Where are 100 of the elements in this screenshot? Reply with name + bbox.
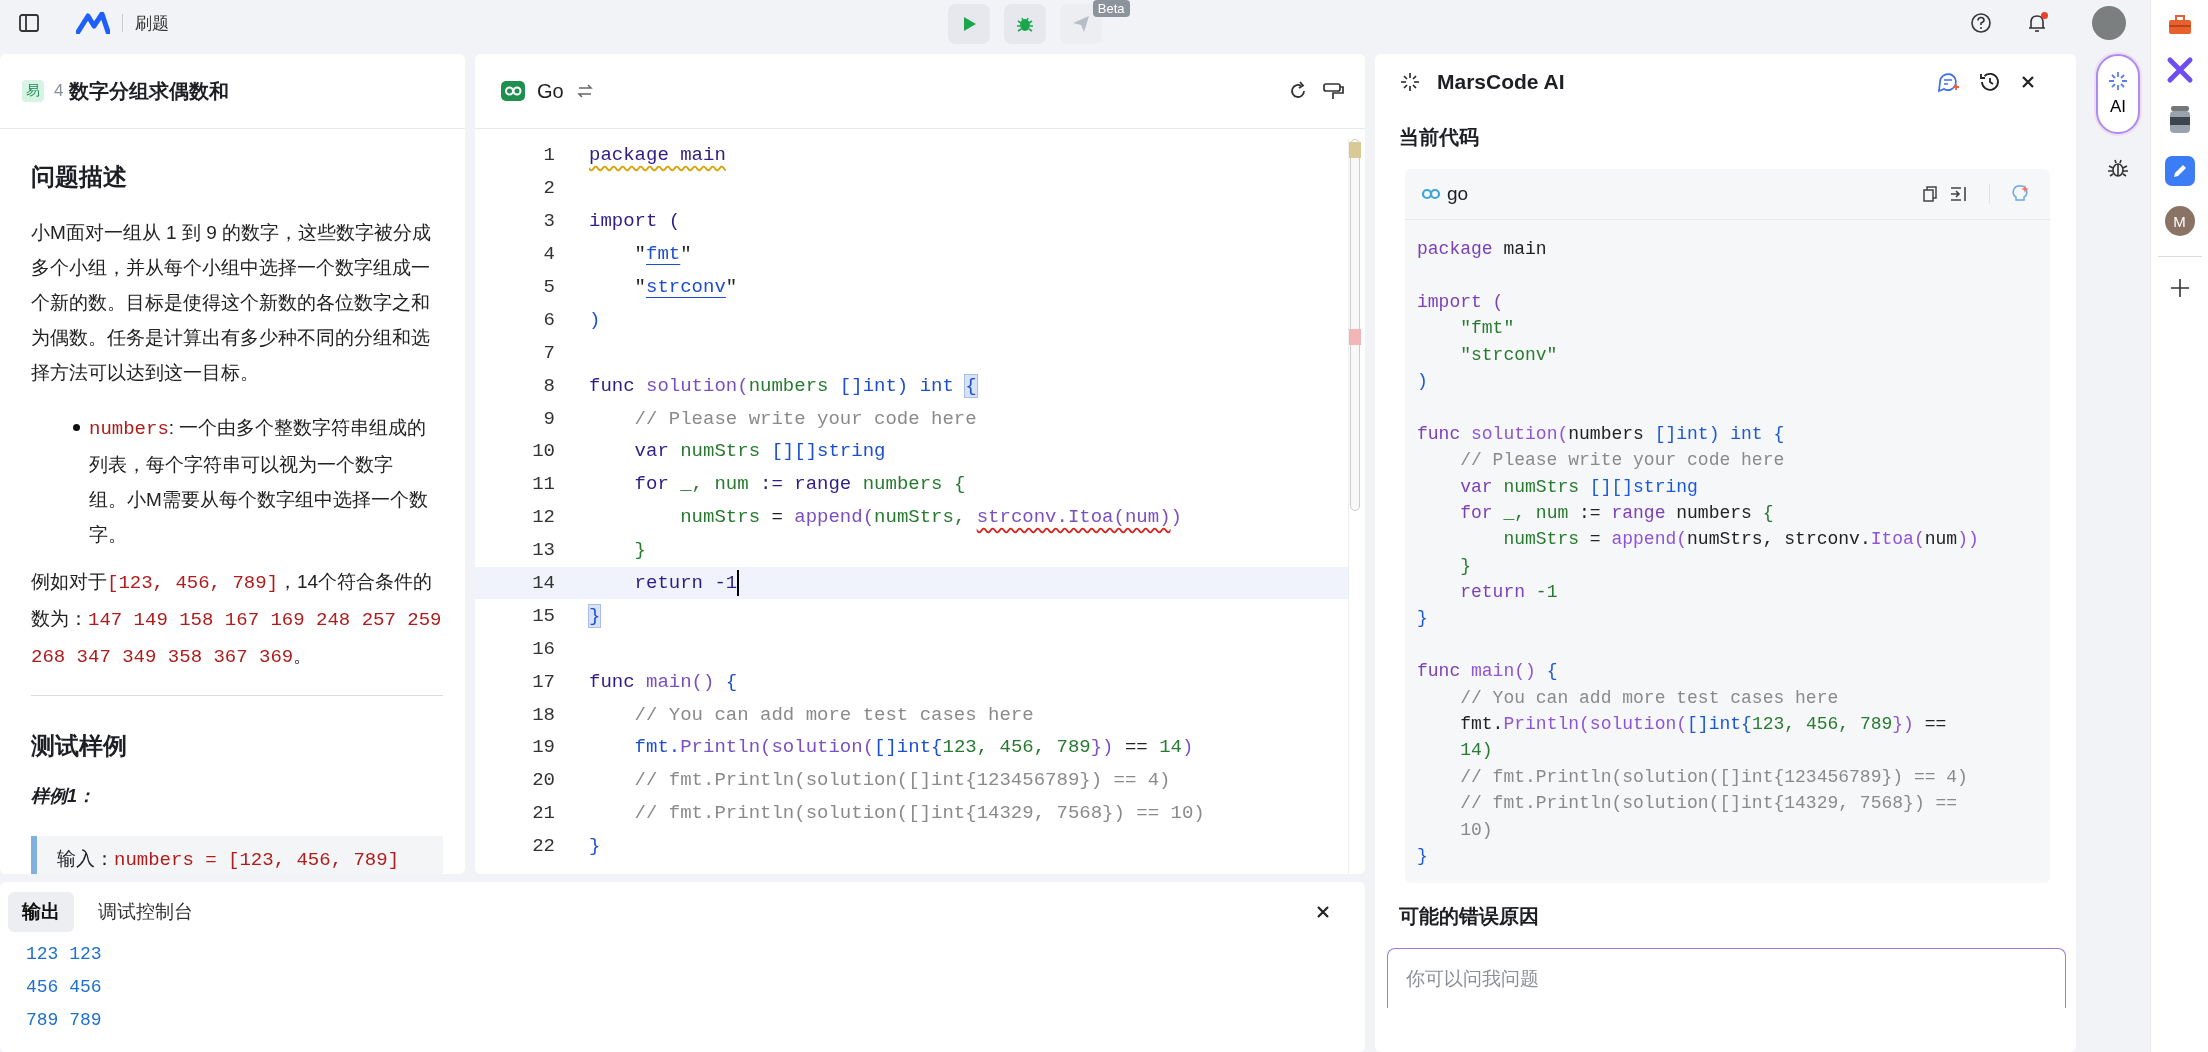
help-icon[interactable] xyxy=(1970,12,1992,34)
output-tab[interactable]: 输出 xyxy=(8,892,74,932)
history-icon[interactable] xyxy=(1977,70,2002,94)
close-icon[interactable] xyxy=(2019,74,2036,90)
code-line: // Please write your code here xyxy=(633,407,977,430)
copy-icon[interactable] xyxy=(1920,185,1939,203)
code-line: "strconv" xyxy=(1459,344,1558,365)
tools-icon[interactable] xyxy=(2165,56,2194,84)
user-avatar[interactable] xyxy=(2092,6,2126,40)
line-number: 3 xyxy=(542,210,556,233)
line-number: 6 xyxy=(542,308,556,331)
code-line: ) xyxy=(1417,370,1428,391)
bullet-dot xyxy=(73,424,80,431)
new-chat-icon[interactable] xyxy=(1935,70,1960,94)
code-line: "strconv" xyxy=(633,276,738,298)
scrollbar-track[interactable] xyxy=(1348,139,1361,874)
description-text: 小M面对一组从 1 到 9 的数字，这些数字被分成多个小组，并从每个小组中选择一个数字组成一个新的数。目标是使得这个新数的各位数字之和为偶数。任务是计算出有多少种不同的分组和选择方法可以达到这一目标。 xyxy=(31,221,433,385)
code-line: func main() { xyxy=(589,670,738,693)
line-number: 18 xyxy=(531,703,556,726)
line-number: 1 xyxy=(542,144,556,167)
notification-bell-icon[interactable] xyxy=(2026,12,2048,34)
code-line: func main() { xyxy=(1417,661,1558,682)
ai-assistant-button[interactable]: AI xyxy=(2095,54,2140,134)
warning-marker xyxy=(1349,142,1361,158)
language-selector[interactable]: Go xyxy=(537,79,564,103)
line-number: 11 xyxy=(531,473,556,496)
line-number: 19 xyxy=(531,736,556,759)
user-avatar[interactable]: M xyxy=(2164,206,2195,236)
difficulty-tag: 易 xyxy=(22,80,44,102)
code-line: package main xyxy=(1417,239,1547,259)
edit-icon[interactable] xyxy=(2164,156,2195,186)
sidebar-toggle-icon[interactable] xyxy=(18,12,40,34)
code-line: } xyxy=(589,835,601,858)
line-number: 5 xyxy=(542,276,556,298)
line-number: 13 xyxy=(531,539,556,562)
code-line: } xyxy=(1417,846,1428,866)
line-number: 22 xyxy=(531,835,556,858)
code-line: // You can add more test cases here xyxy=(633,703,1034,726)
output-tab[interactable]: 调试控制台 xyxy=(84,892,207,932)
go-logo-icon xyxy=(501,81,525,101)
chat-input-field[interactable]: 你可以问我问题 xyxy=(1387,948,2066,1009)
code-line: fmt.Println(solution([]int{123, 456, 789}) == 14) xyxy=(633,736,1194,759)
error-marker xyxy=(1349,329,1361,345)
code-line: numStrs = append(numStrs, strconv.Itoa(num)) xyxy=(1502,529,1979,550)
code-line: // You can add more test cases here xyxy=(1459,687,1839,708)
code-language: go xyxy=(1447,183,1469,205)
line-number: 8 xyxy=(542,374,556,397)
line-number: 10 xyxy=(531,440,556,463)
code-line: } xyxy=(633,539,646,562)
sparkle-icon xyxy=(1399,71,1421,93)
code-line: "fmt" xyxy=(1459,318,1515,339)
beta-badge: Beta xyxy=(1092,0,1130,17)
line-number: 7 xyxy=(542,341,556,364)
line-number: 14 xyxy=(531,572,556,594)
code-line: func solution(numbers []int) int { xyxy=(1417,423,1785,444)
code-line: ) xyxy=(589,308,601,331)
code-line: // fmt.Println(solution([]int{123456789}) == 4) xyxy=(633,769,1171,792)
debug-button[interactable] xyxy=(1003,4,1046,44)
sample-label: 样例1： xyxy=(31,785,96,808)
code-line: // fmt.Println(solution([]int{123456789}) == 4) xyxy=(1459,766,1968,787)
code-line: import ( xyxy=(1417,291,1504,312)
code-line: } xyxy=(1417,608,1428,629)
code-line: "fmt" xyxy=(633,243,692,266)
go-logo-icon xyxy=(1421,188,1441,200)
insert-code-icon[interactable] xyxy=(1948,185,1969,203)
format-icon[interactable] xyxy=(1321,80,1345,102)
output-line: 123 123 xyxy=(25,943,103,966)
line-number: 2 xyxy=(542,177,556,200)
assistant-title: MarsCode AI xyxy=(1437,70,1565,94)
code-line: import ( xyxy=(589,210,681,233)
toolbox-icon[interactable] xyxy=(2166,12,2193,36)
code-line: package main xyxy=(589,144,726,167)
example-text: 例如对于[123, 456, 789]，14个符合条件的数为：147 149 158 167 169 248 257 259 268 347 349 358 367 369。 xyxy=(31,570,443,670)
code-line: // fmt.Println(solution([]int{14329, 7568}) == 10) xyxy=(633,802,1205,825)
code-line: 14) xyxy=(1459,740,1493,761)
swap-icon[interactable] xyxy=(575,82,594,100)
code-line: fmt.Println(solution([]int{123, 456, 789}) == xyxy=(1459,714,1947,735)
output-line: 456 456 xyxy=(25,976,103,999)
code-line: // Please write your code here xyxy=(1459,450,1785,471)
logo-icon[interactable] xyxy=(76,12,110,34)
line-number: 16 xyxy=(531,637,556,660)
add-icon[interactable] xyxy=(2168,277,2191,299)
section-heading: 测试样例 xyxy=(31,731,128,761)
output-line: 789 789 xyxy=(25,1009,103,1032)
line-number: 17 xyxy=(531,670,556,693)
code-line: 10) xyxy=(1459,819,1493,840)
code-line: func solution(numbers []int) int { xyxy=(589,374,977,397)
line-number: 12 xyxy=(531,506,556,529)
section-heading: 当前代码 xyxy=(1399,125,1480,150)
line-number: 4 xyxy=(542,243,556,266)
line-number: 9 xyxy=(542,407,556,430)
close-icon[interactable] xyxy=(1315,904,1331,920)
section-heading: 问题描述 xyxy=(31,162,128,192)
run-button[interactable] xyxy=(947,4,990,44)
parameter-text: numbers: 一个由多个整数字符串组成的列表，每个字符串可以视为一个数字组。小M需要从每个数字组中选择一个数字。 xyxy=(89,416,429,547)
section-heading: 可能的错误原因 xyxy=(1399,904,1540,930)
scrollbar-thumb[interactable] xyxy=(1350,139,1360,511)
line-number: 21 xyxy=(531,802,556,825)
line-number: 20 xyxy=(531,769,556,792)
problem-title: 数字分组求偶数和 xyxy=(69,78,230,104)
